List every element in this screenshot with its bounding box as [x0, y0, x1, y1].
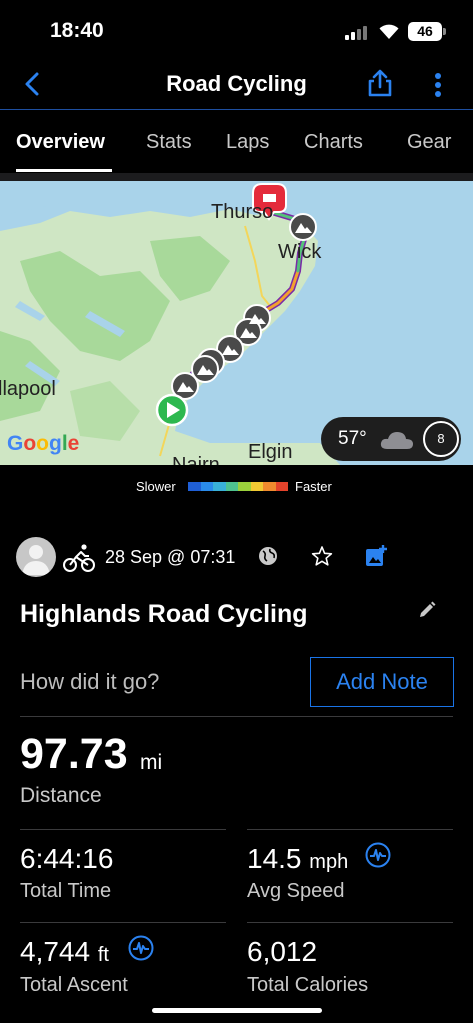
tab-gear[interactable]: Gear — [407, 131, 451, 154]
wind-speed-indicator: 8 — [423, 421, 459, 457]
map-label-nairn: Nairn — [172, 454, 220, 465]
divider — [20, 716, 453, 717]
divider — [247, 922, 453, 923]
map-label-elgin: Elgin — [248, 441, 293, 463]
total-time-label: Total Time — [20, 880, 112, 902]
weather-temperature: 57° — [338, 428, 367, 449]
pulse-chart-icon[interactable] — [365, 842, 391, 868]
route-map[interactable]: Thurso Wick llapool Elgin Nairn Google 5… — [0, 181, 473, 465]
map-label-ullapool: llapool — [0, 378, 56, 400]
map-label-thurso: Thurso — [211, 201, 274, 223]
divider — [20, 922, 226, 923]
avg-speed-value: 14.5 mph — [247, 843, 348, 875]
avatar[interactable] — [16, 537, 56, 577]
avg-speed-label: Avg Speed — [247, 880, 345, 902]
legend-slower-label: Slower — [136, 479, 176, 494]
avg-speed-unit: mph — [309, 851, 349, 873]
tab-overview[interactable]: Overview — [16, 131, 105, 154]
total-ascent-value: 4,744 ft — [20, 936, 109, 968]
divider — [247, 829, 453, 830]
battery-icon: 46 — [408, 22, 442, 41]
nav-bar: Road Cycling — [0, 60, 473, 110]
wifi-icon — [379, 24, 399, 39]
total-calories-value: 6,012 — [247, 936, 318, 967]
status-time: 18:40 — [50, 19, 104, 42]
distance-unit: mi — [140, 751, 163, 774]
tab-stats[interactable]: Stats — [146, 131, 192, 154]
cloud-icon — [380, 432, 413, 449]
active-tab-indicator — [16, 169, 112, 172]
share-icon[interactable] — [366, 68, 394, 98]
map-label-wick: Wick — [278, 241, 322, 263]
how-did-it-go-prompt: How did it go? — [20, 669, 160, 694]
total-ascent-number: 4,744 — [20, 936, 91, 967]
speed-color-scale — [188, 482, 288, 491]
distance-value: 97.73 — [20, 730, 128, 778]
legend-faster-label: Faster — [295, 479, 332, 494]
favorite-star-icon[interactable] — [311, 545, 333, 567]
total-calories-label: Total Calories — [247, 974, 369, 996]
page-title: Road Cycling — [166, 71, 307, 96]
home-indicator[interactable] — [152, 1008, 322, 1013]
privacy-globe-icon[interactable] — [258, 546, 278, 566]
more-options-icon[interactable] — [430, 70, 446, 100]
edit-pencil-icon[interactable] — [417, 600, 437, 620]
activity-date: 28 Sep @ 07:31 — [105, 547, 236, 567]
cycling-icon — [63, 544, 95, 572]
pulse-chart-icon[interactable] — [128, 935, 154, 961]
tab-laps[interactable]: Laps — [226, 131, 269, 154]
battery-tip — [443, 28, 446, 35]
avg-speed-number: 14.5 — [247, 843, 302, 874]
cellular-signal-icon — [345, 26, 367, 40]
status-bar: 18:40 46 — [0, 0, 473, 60]
user-silhouette-icon — [22, 545, 50, 575]
distance-label: Distance — [20, 784, 102, 807]
total-ascent-label: Total Ascent — [20, 974, 128, 996]
speed-legend: Slower Faster — [0, 475, 473, 499]
activity-name: Highlands Road Cycling — [20, 600, 308, 628]
total-ascent-unit: ft — [97, 944, 109, 966]
add-photo-icon[interactable] — [364, 544, 388, 568]
google-logo: Google — [7, 432, 80, 455]
add-note-button[interactable]: Add Note — [310, 657, 454, 707]
weather-badge[interactable]: 57° 8 — [321, 417, 461, 461]
tab-charts[interactable]: Charts — [304, 131, 363, 154]
divider — [20, 829, 226, 830]
total-time-value: 6:44:16 — [20, 843, 114, 874]
divider — [0, 173, 473, 181]
tab-bar: Overview Stats Laps Charts Gear — [0, 111, 473, 173]
